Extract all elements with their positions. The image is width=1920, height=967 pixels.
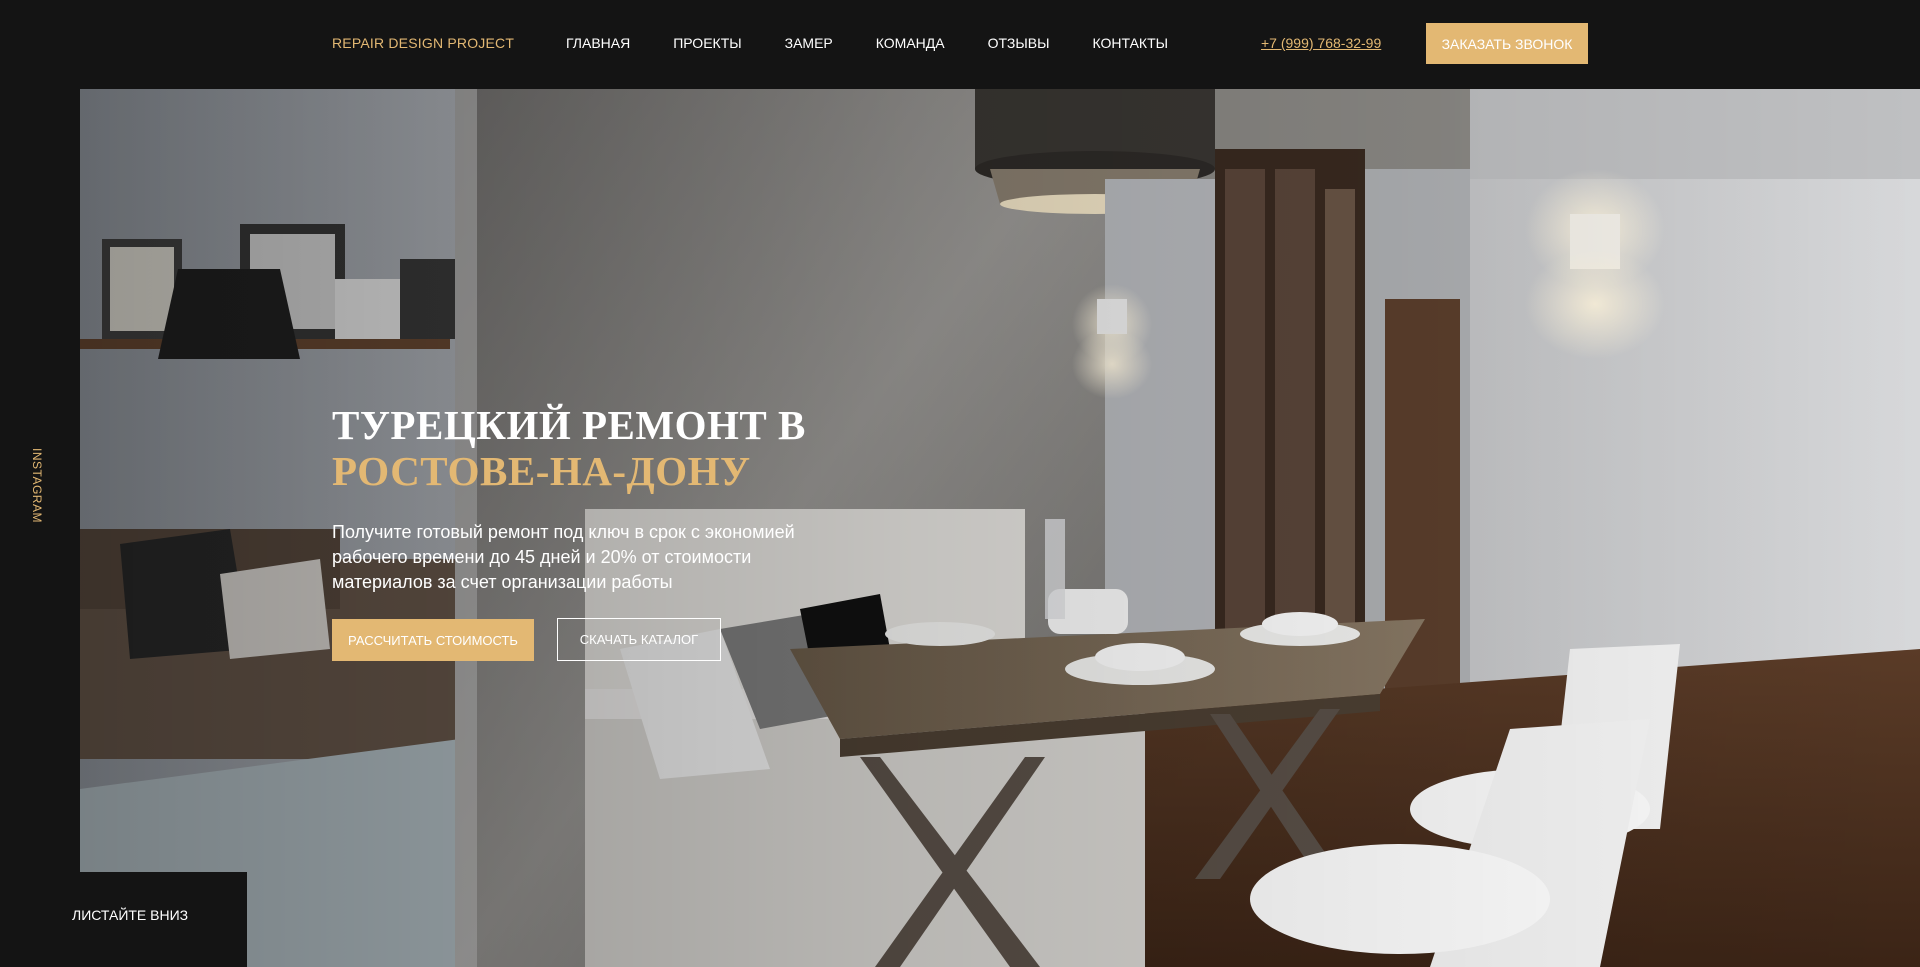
nav-item-contacts[interactable]: КОНТАКТЫ: [1092, 35, 1168, 51]
instagram-link-container: INSTAGRAM: [26, 448, 52, 524]
phone-link[interactable]: +7 (999) 768-32-99: [1261, 35, 1381, 51]
hero-title-line1: ТУРЕЦКИЙ РЕМОНТ В: [332, 402, 806, 448]
download-catalog-button[interactable]: СКАЧАТЬ КАТАЛОГ: [557, 618, 721, 661]
scroll-down-link[interactable]: ЛИСТАЙТЕ ВНИЗ: [72, 907, 188, 923]
hero-title: ТУРЕЦКИЙ РЕМОНТ В РОСТОВЕ-НА-ДОНУ: [332, 402, 806, 494]
site-logo[interactable]: REPAIR DESIGN PROJECT: [332, 35, 514, 51]
calculate-cost-button[interactable]: РАССЧИТАТЬ СТОИМОСТЬ: [332, 619, 534, 661]
main-nav: ГЛАВНАЯ ПРОЕКТЫ ЗАМЕР КОМАНДА ОТЗЫВЫ КОН…: [566, 35, 1211, 51]
nav-item-measure[interactable]: ЗАМЕР: [785, 35, 833, 51]
order-call-button[interactable]: ЗАКАЗАТЬ ЗВОНОК: [1426, 23, 1588, 64]
hero-title-line2: РОСТОВЕ-НА-ДОНУ: [332, 448, 751, 494]
nav-item-home[interactable]: ГЛАВНАЯ: [566, 35, 630, 51]
hero-subtitle: Получите готовый ремонт под ключ в срок …: [332, 522, 795, 592]
nav-item-team[interactable]: КОМАНДА: [876, 35, 945, 51]
nav-item-projects[interactable]: ПРОЕКТЫ: [673, 35, 741, 51]
nav-item-reviews[interactable]: ОТЗЫВЫ: [988, 35, 1050, 51]
scroll-down-box: ЛИСТАЙТЕ ВНИЗ: [0, 872, 247, 967]
site-header: REPAIR DESIGN PROJECT ГЛАВНАЯ ПРОЕКТЫ ЗА…: [0, 0, 1920, 89]
instagram-link[interactable]: INSTAGRAM: [30, 448, 44, 523]
